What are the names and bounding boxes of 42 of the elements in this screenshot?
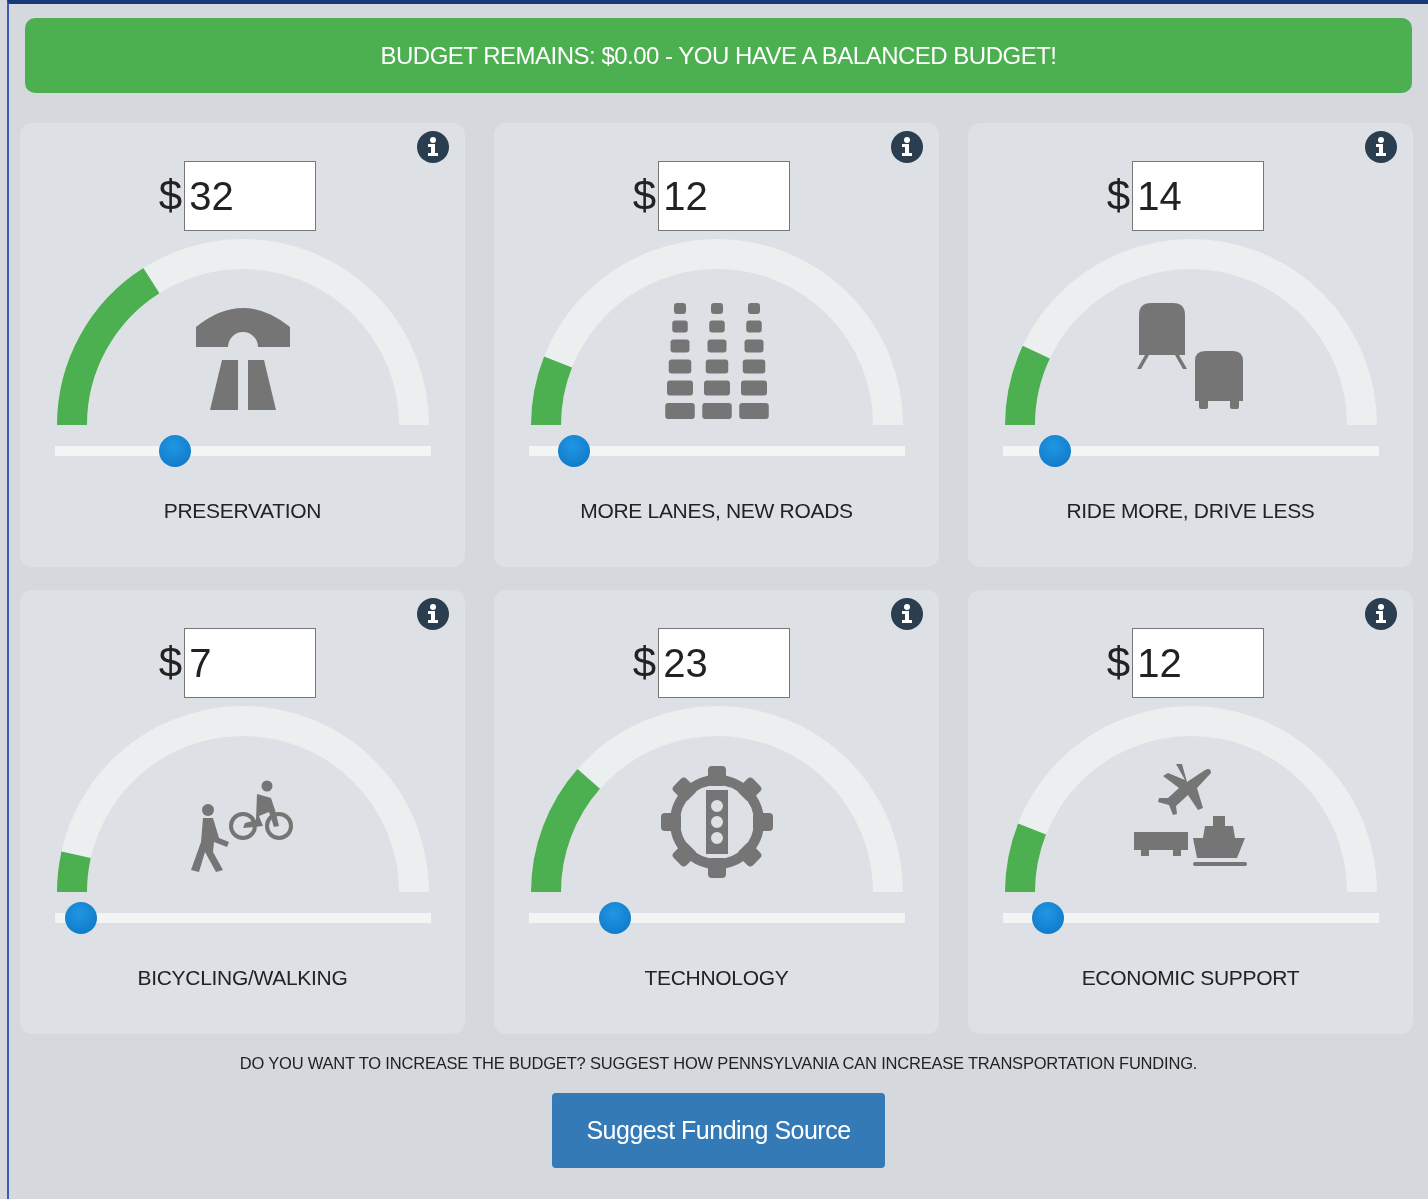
category-label: TECHNOLOGY (644, 966, 789, 990)
info-icon[interactable] (1364, 597, 1398, 631)
slider-thumb[interactable] (1039, 435, 1072, 467)
amount-field[interactable]: 12 (1132, 628, 1265, 698)
category-label: BICYCLING/WALKING (137, 966, 348, 990)
slider-thumb[interactable] (598, 902, 631, 934)
info-icon[interactable] (416, 597, 450, 631)
amount-field[interactable]: 32 (184, 161, 317, 231)
category-label: ECONOMIC SUPPORT (1081, 966, 1300, 990)
gear-traffic-light-icon (660, 766, 773, 878)
amount-field[interactable]: 14 (1132, 161, 1265, 231)
budget-status-banner: BUDGET REMAINS: $0.00 - YOU HAVE A BALANCED BUDGET! (25, 18, 1412, 93)
currency-symbol: $ (158, 172, 183, 220)
currency-symbol: $ (1106, 172, 1131, 220)
amount-field[interactable]: 7 (184, 628, 317, 698)
slider-thumb[interactable] (64, 902, 97, 934)
suggest-funding-button[interactable]: Suggest Funding Source (552, 1093, 885, 1168)
train-bus-icon (1136, 303, 1243, 409)
slider-thumb[interactable] (1031, 902, 1064, 934)
info-icon[interactable] (1364, 130, 1398, 164)
currency-symbol: $ (158, 639, 183, 687)
pedestrian-cyclist-icon (190, 780, 293, 872)
plane-ship-freight-icon (1133, 764, 1247, 866)
info-icon[interactable] (416, 130, 450, 164)
category-label: PRESERVATION (163, 499, 322, 523)
gauge-fill (530, 357, 572, 425)
currency-symbol: $ (632, 639, 657, 687)
gauge-fill (56, 851, 91, 892)
slider-thumb[interactable] (557, 435, 590, 467)
info-icon[interactable] (890, 130, 924, 164)
amount-field[interactable]: 23 (658, 628, 791, 698)
currency-symbol: $ (632, 172, 657, 220)
bridge-road-icon (195, 308, 290, 410)
funding-prompt-text: DO YOU WANT TO INCREASE THE BUDGET? SUGGEST HOW PENNSYLVANIA CAN INCREASE TRANSPORTATION FUNDING. (238, 1054, 1199, 1073)
currency-symbol: $ (1106, 639, 1131, 687)
amount-field[interactable]: 12 (658, 161, 791, 231)
category-label: RIDE MORE, DRIVE LESS (1066, 499, 1315, 523)
info-icon[interactable] (890, 597, 924, 631)
slider-thumb[interactable] (158, 435, 191, 467)
gauge-fill (1004, 824, 1046, 892)
traffic-jam-icon (664, 303, 769, 419)
category-label: MORE LANES, NEW ROADS (580, 499, 853, 523)
